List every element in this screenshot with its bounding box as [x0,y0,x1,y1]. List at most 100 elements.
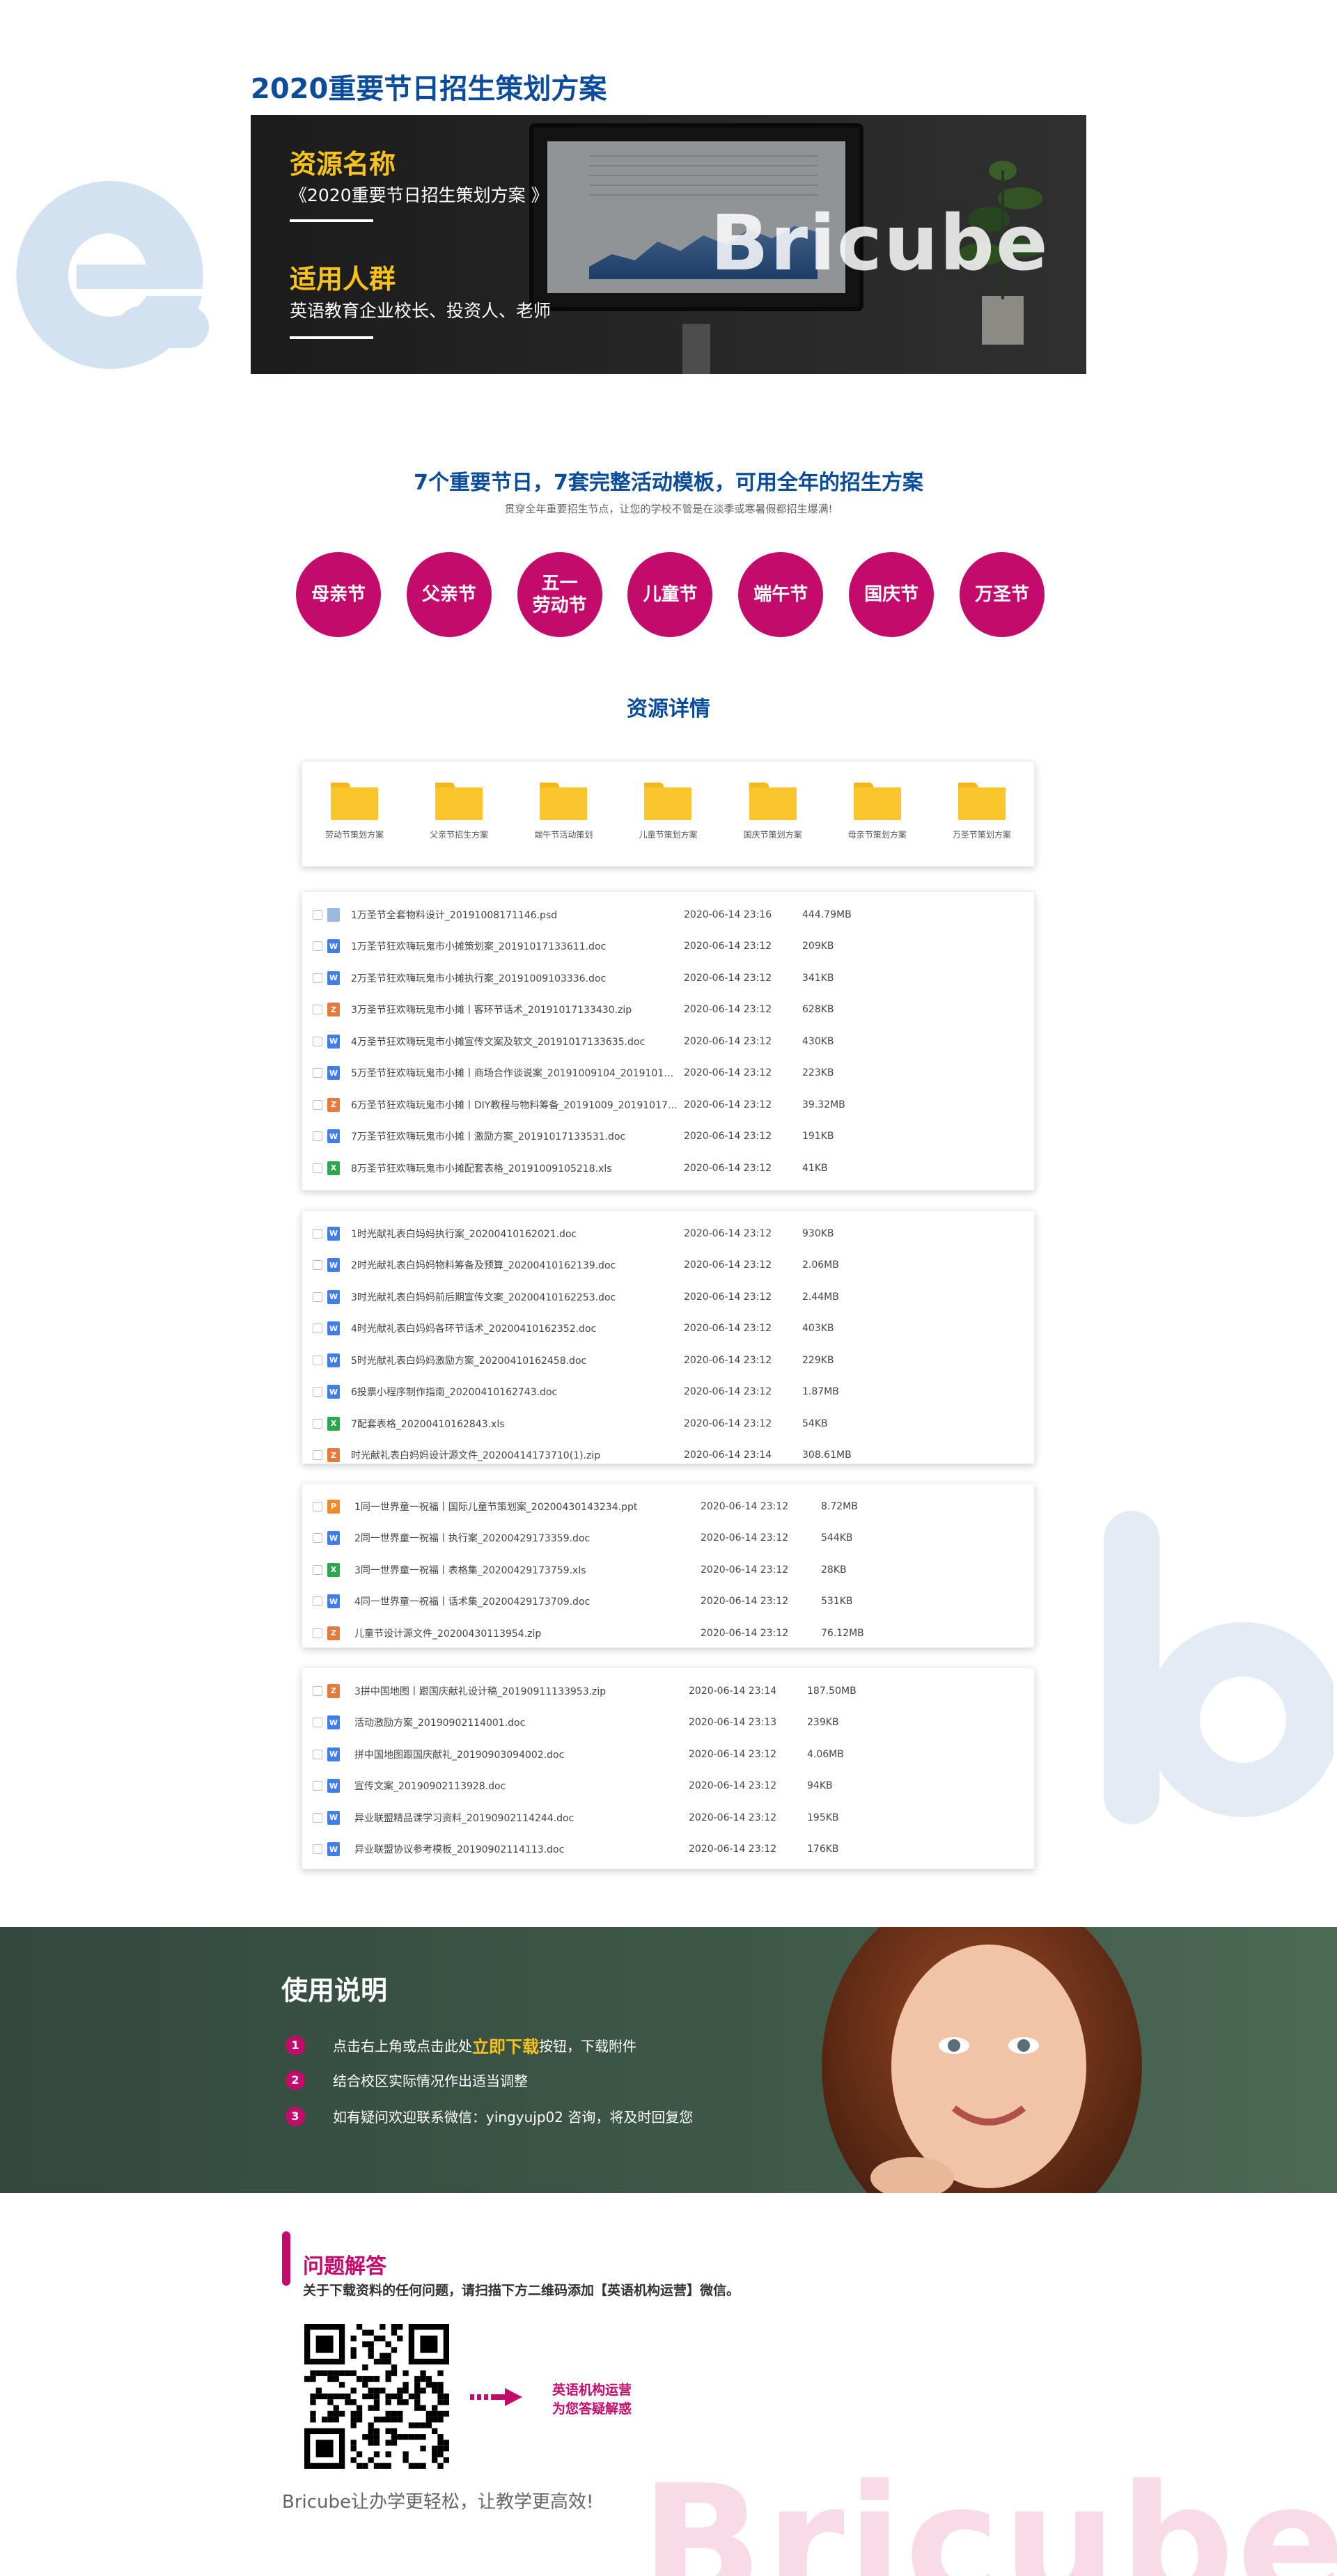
file-row[interactable]: X 3同一世界童一祝福丨表格集_20200429173759.xls 2020-06… [302,1554,1034,1586]
file-row[interactable]: W 4同一世界童一祝福丨话术集_20200429173709.doc 2020-06… [302,1586,1034,1618]
folder-item[interactable]: 国庆节策划方案 [731,783,815,840]
file-row[interactable]: W 6投票小程序制作指南_20200410162743.doc 2020-06-14… [302,1376,1034,1408]
row-checkbox[interactable] [313,1387,322,1397]
file-row[interactable]: 1万圣节全套物料设计_20191008171146.psd 2020-06-14 … [302,899,1034,931]
resource-name-value: 《2020重要节日招生策划方案 》 [290,185,549,205]
usage-step-3: 3 如有疑问欢迎联系微信：yingyujp02 咨询，将及时回复您 [286,2106,693,2126]
file-row[interactable]: W 2时光献礼表白妈妈物料筹备及预算_20200410162139.doc 2020… [302,1250,1034,1282]
file-row[interactable]: W 活动激励方案_20190902114001.doc 2020-06-14 23:… [302,1707,1034,1739]
row-checkbox[interactable] [313,1228,322,1239]
file-size: 544KB [821,1532,853,1544]
file-row[interactable]: Z 时光献礼表白妈妈设计源文件_20200414173710(1).zip 2020… [302,1440,1034,1472]
file-row[interactable]: Z 3拼中国地图丨跟国庆献礼设计稿_20190911133953.zip 2020-… [302,1675,1034,1707]
file-row[interactable]: Z 6万圣节狂欢嗨玩鬼市小摊丨DIY教程与物料筹备_20191009_201910… [302,1089,1034,1121]
file-size: 444.79MB [802,909,852,920]
row-checkbox[interactable] [313,973,322,983]
row-checkbox[interactable] [313,1291,322,1302]
download-now-link[interactable]: 立即下载 [472,2033,539,2057]
file-size: 930KB [802,1227,834,1239]
file-date: 2020-06-14 23:12 [684,1067,772,1079]
row-checkbox[interactable] [313,1596,322,1607]
doc-file-icon: W [327,1810,340,1825]
row-checkbox[interactable] [313,1781,322,1791]
row-checkbox[interactable] [313,1355,322,1365]
file-row[interactable]: W 2万圣节狂欢嗨玩鬼市小摊执行案_20191009103336.doc 2020-… [302,962,1034,994]
file-date: 2020-06-14 23:12 [684,1386,772,1398]
row-checkbox[interactable] [313,909,322,920]
folder-item[interactable]: 儿童节策划方案 [626,783,710,840]
doc-file-icon: W [327,971,340,985]
arrow-right-icon [470,2388,522,2406]
file-row[interactable]: X 8万圣节狂欢嗨玩鬼市小摊配套表格_20191009105218.xls 2020… [302,1152,1034,1184]
row-checkbox[interactable] [313,1099,322,1110]
file-row[interactable]: W 异业联盟协议参考模板_20190902114113.doc 2020-06-14… [302,1834,1034,1866]
page-title: 2020重要节日招生策划方案 [251,73,607,105]
row-checkbox[interactable] [313,1068,322,1078]
doc-file-icon: W [327,1353,340,1367]
audience-label: 适用人群 [290,264,396,294]
file-row[interactable]: W 4万圣节狂欢嗨玩鬼市小摊宣传文案及软文_20191017133635.doc 2… [302,1026,1034,1058]
zip-file-icon: Z [327,1626,340,1640]
doc-file-icon: W [327,1842,340,1857]
row-checkbox[interactable] [313,1564,322,1575]
folder-item[interactable]: 端午节活动策划 [522,783,605,840]
holiday-badge: 国庆节 [849,552,935,637]
row-checkbox[interactable] [313,1533,322,1544]
folder-item[interactable]: 万圣节策划方案 [940,783,1024,840]
file-row[interactable]: W 异业联盟精品课学习资料_20190902114244.doc 2020-06-1… [302,1802,1034,1834]
folder-item[interactable]: 父亲节招生方案 [417,783,501,840]
file-row[interactable]: Z 3万圣节狂欢嗨玩鬼市小摊丨客环节话术_20191017133430.zip 20… [302,994,1034,1026]
row-checkbox[interactable] [313,1686,322,1696]
row-checkbox[interactable] [313,1163,322,1173]
row-checkbox[interactable] [313,1418,322,1429]
file-row[interactable]: W 1万圣节狂欢嗨玩鬼市小摊策划案_20191017133611.doc 2020-… [302,931,1034,963]
qr-code[interactable] [304,2324,449,2469]
file-name: 宣传文案_20190902113928.doc [354,1781,506,1793]
qa-accent-bar [282,2231,290,2286]
folder-item[interactable]: 劳动节策划方案 [313,783,396,840]
file-row[interactable]: W 宣传文案_20190902113928.doc 2020-06-14 23:12… [302,1770,1034,1803]
folder-icon [435,783,483,820]
file-name: 1同一世界童一祝福丨国际儿童节策划案_20200430143234.ppt [354,1501,638,1513]
holiday-list: 母亲节 父亲节 五一 劳动节 儿童节 端午节 国庆节 万圣节 [296,552,1045,637]
file-row[interactable]: W 1时光献礼表白妈妈执行案_20200410162021.doc 2020-06-… [302,1218,1034,1250]
file-row[interactable]: W 4时光献礼表白妈妈各环节话术_20200410162352.doc 2020-0… [302,1313,1034,1345]
file-size: 209KB [802,941,834,952]
folder-item[interactable]: 母亲节策划方案 [836,783,919,840]
row-checkbox[interactable] [313,1501,322,1511]
row-checkbox[interactable] [313,1324,322,1334]
row-checkbox[interactable] [313,1260,322,1271]
file-size: 76.12MB [821,1627,864,1639]
file-name: 2时光献礼表白妈妈物料筹备及预算_20200410162139.doc [351,1260,616,1272]
file-row[interactable]: W 拼中国地图跟国庆献礼_20190903094002.doc 2020-06-14… [302,1738,1034,1770]
row-checkbox[interactable] [313,1036,322,1046]
file-size: 223KB [802,1067,834,1079]
qa-title: 问题解答 [303,2254,386,2279]
file-row[interactable]: Z 儿童节设计源文件_20200430113954.zip 2020-06-14 2… [302,1617,1034,1649]
row-checkbox[interactable] [313,1718,322,1728]
row-checkbox[interactable] [313,1450,322,1461]
file-row[interactable]: X 7配套表格_20200410162843.xls 2020-06-14 23:1… [302,1408,1034,1440]
folder-name: 国庆节策划方案 [743,830,802,840]
row-checkbox[interactable] [313,1812,322,1823]
file-row[interactable]: W 5万圣节狂欢嗨玩鬼市小摊丨商场合作谈说案_20191009104_201910… [302,1058,1034,1090]
file-row[interactable]: P 1同一世界童一祝福丨国际儿童节策划案_20200430143234.ppt 20… [302,1491,1034,1523]
row-checkbox[interactable] [313,1749,322,1759]
file-row[interactable]: W 3时光献礼表白妈妈前后期宣传文案_20200410162253.doc 2020… [302,1281,1034,1313]
xls-file-icon: X [327,1161,340,1175]
row-checkbox[interactable] [313,1005,322,1015]
step-text: 结合校区实际情况作出适当调整 [333,2073,528,2089]
file-size: 229KB [802,1354,834,1366]
file-row[interactable]: W 5时光献礼表白妈妈激励方案_20200410162458.doc 2020-06… [302,1344,1034,1376]
row-checkbox[interactable] [313,1628,322,1638]
file-name: 3万圣节狂欢嗨玩鬼市小摊丨客环节话术_20191017133430.zip [351,1005,632,1016]
row-checkbox[interactable] [313,1131,322,1142]
file-name: 3同一世界童一祝福丨表格集_20200429173759.xls [354,1564,586,1576]
doc-file-icon: W [327,939,340,954]
row-checkbox[interactable] [313,1844,322,1855]
row-checkbox[interactable] [313,941,322,952]
file-size: 8.72MB [821,1500,858,1512]
file-row[interactable]: W 2同一世界童一祝福丨执行案_20200429173359.doc 2020-06… [302,1523,1034,1555]
file-date: 2020-06-14 23:12 [689,1844,777,1855]
file-row[interactable]: W 7万圣节狂欢嗨玩鬼市小摊丨激励方案_20191017133531.doc 202… [302,1121,1034,1153]
